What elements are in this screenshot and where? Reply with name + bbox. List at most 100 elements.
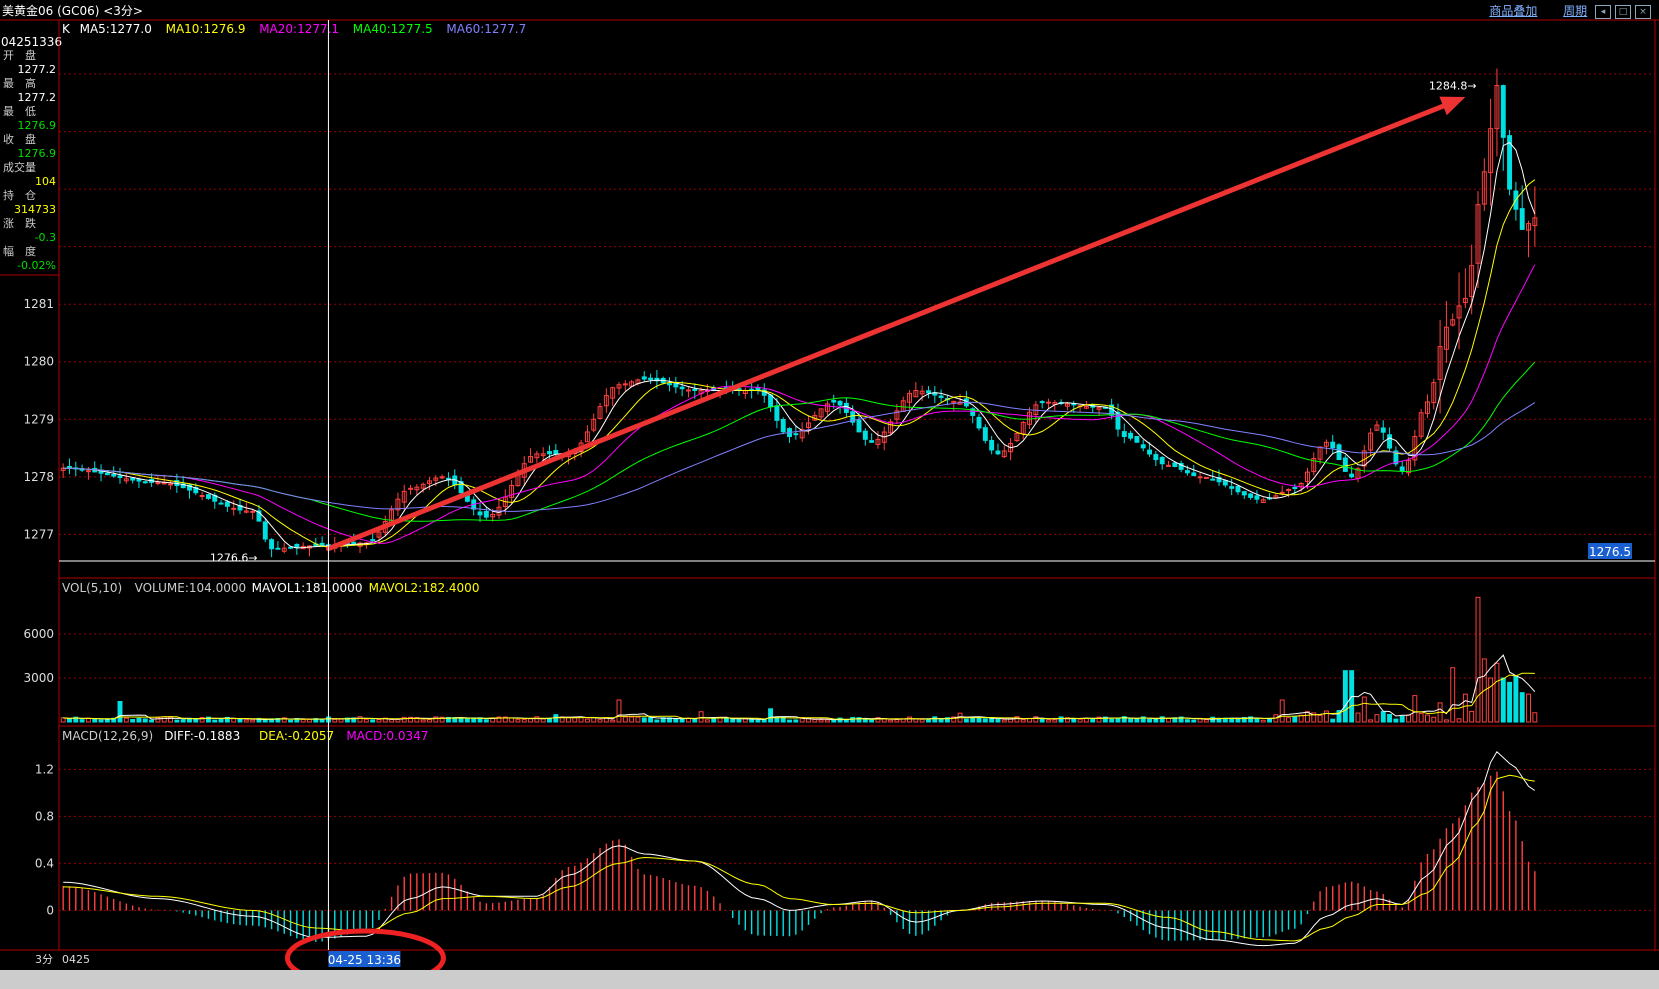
candle-body (275, 547, 281, 550)
volume-bar (1292, 716, 1298, 723)
volume-bar (1355, 712, 1361, 723)
volume-bar (1147, 718, 1153, 723)
volume-bar (1450, 667, 1456, 723)
volume-bar (1469, 710, 1475, 723)
candle-body (547, 451, 552, 455)
candle-body (1248, 493, 1254, 498)
candle-body (976, 416, 982, 429)
candle-body (1519, 208, 1525, 230)
volume-bar (1020, 719, 1026, 723)
volume-bar (262, 719, 268, 723)
cursor-time-label: 04-25 13:36 (328, 953, 401, 967)
volume-bar (376, 719, 382, 723)
last-price-value: 1276.5 (1589, 545, 1631, 559)
volume-bar (401, 716, 407, 723)
status-bar (0, 970, 1659, 989)
volume-bar (894, 719, 900, 723)
volume-bar (862, 718, 868, 723)
candle-body (1147, 449, 1153, 455)
volume-bar (673, 718, 679, 723)
volume-bar (926, 719, 931, 723)
period-label: 3分 (35, 953, 53, 966)
price-legend-item: MA40:1277.5 (353, 22, 433, 36)
volume-bar (1513, 676, 1519, 723)
price-axis-tick: 1280 (23, 355, 54, 369)
volume-bar (723, 718, 729, 723)
price-legend-item: MA5:1277.0 (80, 22, 152, 36)
candle-body (205, 494, 211, 499)
volume-axis-tick: 6000 (23, 627, 54, 641)
candle-body (1292, 486, 1298, 489)
candle-body (686, 389, 691, 392)
volume-bar (1368, 719, 1374, 723)
candle-body (269, 539, 275, 550)
volume-bar (572, 717, 578, 723)
volume-bar (622, 716, 628, 723)
volume-legend-item: VOLUME:104.0000 (135, 581, 247, 595)
volume-bar (907, 716, 912, 723)
trend-arrow-shaft (325, 99, 1456, 552)
candle-body (1342, 457, 1348, 472)
volume-bar (1418, 712, 1424, 723)
volume-bar (1323, 710, 1329, 723)
volume-bar (1532, 712, 1538, 723)
volume-bar (730, 718, 736, 723)
candle-body (136, 478, 142, 482)
candle-body (1128, 432, 1134, 439)
volume-bar (1488, 677, 1494, 723)
candle-body (926, 390, 931, 394)
volume-bar (1374, 714, 1380, 723)
volume-bar (1267, 718, 1273, 723)
candle-body (1235, 485, 1241, 493)
candle-body (553, 449, 559, 455)
candle-body (1191, 472, 1197, 477)
candle-body (351, 541, 357, 544)
volume-bar (869, 719, 875, 723)
volume-bar (1184, 719, 1190, 723)
volume-bar (989, 718, 995, 723)
volume-bar (528, 718, 534, 723)
volume-bar (692, 718, 698, 723)
candle-body (1387, 434, 1393, 449)
volume-bar (1046, 719, 1051, 723)
volume-bar (1500, 677, 1506, 723)
volume-bar (521, 719, 527, 723)
volume-bar (1494, 662, 1500, 723)
volume-bar (635, 716, 641, 723)
volume-bar (648, 716, 654, 723)
volume-bar (1406, 714, 1411, 723)
volume-bar (288, 719, 294, 723)
volume-bar (831, 719, 837, 723)
candle-body (477, 511, 483, 516)
candle-body (869, 440, 875, 443)
volume-bar (919, 718, 925, 723)
volume-bar (824, 719, 830, 723)
volume-bar (1001, 719, 1007, 723)
chart-canvas[interactable]: 1277 1278 1279 1280 1281 K MA5:1277.0 MA10:1276… (0, 0, 1659, 970)
candle-body (224, 501, 230, 507)
volume-bar (1519, 692, 1525, 723)
candle-body (161, 482, 167, 485)
candle-body (1121, 431, 1127, 438)
volume-bar (540, 718, 546, 723)
volume-bar (1134, 718, 1140, 723)
candle-body (1203, 476, 1209, 479)
volume-bar (963, 718, 969, 723)
volume-bar (363, 718, 369, 723)
candle-body (408, 487, 414, 490)
candle-body (1210, 478, 1216, 481)
volume-bar (1210, 716, 1216, 723)
candle-body (982, 427, 988, 441)
volume-bar (1399, 715, 1405, 723)
volume-bar (1159, 716, 1165, 723)
candle-body (831, 399, 837, 403)
volume-bar (250, 719, 256, 723)
volume-bar (1317, 715, 1323, 723)
volume-bar (932, 716, 938, 723)
volume-bar (92, 718, 98, 723)
candle-body (622, 383, 628, 386)
candle-body (780, 419, 786, 433)
volume-bar (1387, 713, 1393, 723)
volume-bar (218, 718, 224, 723)
volume-bar (319, 718, 325, 723)
